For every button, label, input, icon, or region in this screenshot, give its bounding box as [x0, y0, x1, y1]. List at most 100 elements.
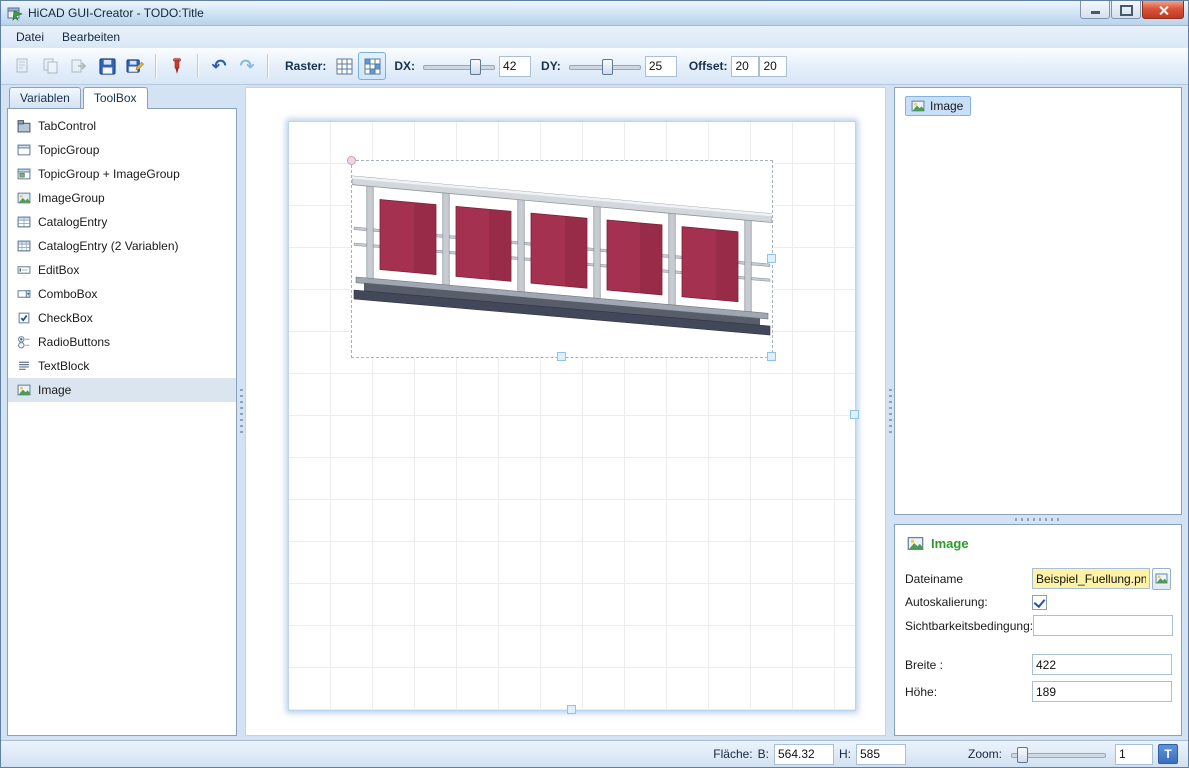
- selection-handle-bottom[interactable]: [557, 352, 566, 361]
- menu-bar: Datei Bearbeiten: [1, 26, 1188, 48]
- zoom-input[interactable]: [1115, 744, 1153, 765]
- sichtbarkeit-row: Sichtbarkeitsbedingung:: [905, 613, 1171, 638]
- close-button[interactable]: [1142, 1, 1184, 19]
- save-button[interactable]: [93, 52, 121, 80]
- toolbox-item-radiobuttons[interactable]: RadioButtons: [8, 330, 236, 354]
- undo-button[interactable]: ↶: [205, 52, 233, 80]
- toolbox-item-checkbox[interactable]: CheckBox: [8, 306, 236, 330]
- toolbox-item-label: ComboBox: [38, 287, 97, 301]
- dx-slider[interactable]: [423, 56, 495, 76]
- toolbox-item-label: Image: [38, 383, 71, 397]
- area-width-input[interactable]: [774, 744, 834, 765]
- dy-slider-thumb[interactable]: [602, 59, 613, 75]
- splitter-grip-icon: [240, 389, 243, 435]
- autoskalierung-checkbox[interactable]: [1032, 595, 1047, 610]
- sichtbarkeit-label: Sichtbarkeitsbedingung:: [905, 619, 1033, 633]
- maximize-button[interactable]: [1111, 1, 1141, 19]
- toolbox-item-label: TopicGroup: [38, 143, 99, 157]
- catalogentry-2-icon: [17, 239, 31, 253]
- selection-handle-topleft[interactable]: [347, 156, 356, 165]
- toolbox-item-catalogentry-2[interactable]: CatalogEntry (2 Variablen): [8, 234, 236, 258]
- artboard-handle-right[interactable]: [850, 410, 859, 419]
- toolbox-item-topicgroup-imagegroup[interactable]: TopicGroup + ImageGroup: [8, 162, 236, 186]
- dy-slider[interactable]: [569, 56, 641, 76]
- export-button[interactable]: [65, 52, 93, 80]
- toolbar-separator: [155, 54, 157, 78]
- tab-toolbox[interactable]: ToolBox: [83, 87, 148, 109]
- left-splitter[interactable]: [237, 87, 245, 736]
- minimize-button[interactable]: [1080, 1, 1110, 19]
- zoom-slider[interactable]: [1011, 744, 1106, 764]
- properties-panel: Image Dateiname Autoskalierung:: [894, 524, 1182, 736]
- dateiname-label: Dateiname: [905, 572, 1032, 586]
- right-splitter[interactable]: [886, 87, 894, 736]
- breite-label: Breite :: [905, 658, 1032, 672]
- copy-page-button[interactable]: [37, 52, 65, 80]
- selected-image-element[interactable]: [351, 160, 773, 358]
- toolbox-item-label: RadioButtons: [38, 335, 110, 349]
- toolbox-item-tabcontrol[interactable]: TabControl: [8, 114, 236, 138]
- toolbox-item-label: CatalogEntry (2 Variablen): [38, 239, 179, 253]
- railing-image: [352, 161, 772, 357]
- combobox-icon: [17, 287, 31, 301]
- text-mode-button[interactable]: T: [1158, 744, 1178, 764]
- menu-bearbeiten[interactable]: Bearbeiten: [53, 27, 129, 47]
- window-title: HiCAD GUI-Creator - TODO:Title: [28, 6, 1080, 20]
- toolbox-item-combobox[interactable]: ComboBox: [8, 282, 236, 306]
- dateiname-input[interactable]: [1032, 568, 1150, 589]
- right-panel-splitter[interactable]: [894, 515, 1182, 524]
- topicgroup-icon: [17, 143, 31, 157]
- tree-item-image[interactable]: Image: [905, 96, 971, 116]
- hoehe-input[interactable]: [1032, 681, 1172, 702]
- selection-handle-bottomright[interactable]: [767, 352, 776, 361]
- save-as-button[interactable]: [121, 52, 149, 80]
- dy-input[interactable]: [645, 56, 677, 77]
- splitter-grip-icon: [889, 389, 892, 435]
- offset-y-input[interactable]: [759, 56, 787, 77]
- grid-icon: [336, 58, 353, 75]
- selection-handle-right[interactable]: [767, 254, 776, 263]
- toolbox-item-label: CheckBox: [38, 311, 93, 325]
- toolbox-item-editbox[interactable]: EditBox: [8, 258, 236, 282]
- copy-page-icon: [42, 57, 60, 75]
- zoom-slider-thumb[interactable]: [1017, 747, 1028, 763]
- image-properties-icon: [907, 535, 924, 552]
- imagegroup-icon: [17, 191, 31, 205]
- textblock-icon: [17, 359, 31, 373]
- app-window: HiCAD GUI-Creator - TODO:Title Datei Bea…: [0, 0, 1189, 768]
- catalogentry-icon: [17, 215, 31, 229]
- dx-input[interactable]: [499, 56, 531, 77]
- toolbox-item-label: ImageGroup: [38, 191, 105, 205]
- toolbox-item-textblock[interactable]: TextBlock: [8, 354, 236, 378]
- dx-slider-thumb[interactable]: [470, 59, 481, 75]
- artboard-handle-bottom[interactable]: [567, 705, 576, 714]
- status-bar: Fläche: B: H: Zoom: T: [1, 740, 1188, 767]
- toolbox-item-catalogentry[interactable]: CatalogEntry: [8, 210, 236, 234]
- grid-snap-button[interactable]: [358, 52, 386, 80]
- offset-x-input[interactable]: [731, 56, 759, 77]
- toolbox-item-imagegroup[interactable]: ImageGroup: [8, 186, 236, 210]
- title-bar[interactable]: HiCAD GUI-Creator - TODO:Title: [1, 1, 1188, 26]
- tab-variablen[interactable]: Variablen: [9, 87, 81, 108]
- form-artboard[interactable]: [288, 121, 856, 711]
- design-canvas[interactable]: [245, 87, 886, 736]
- toolbar-separator: [267, 54, 269, 78]
- toolbox-item-image[interactable]: Image: [8, 378, 236, 402]
- image-icon: [1155, 572, 1168, 585]
- right-panel: Image Image Dateiname: [894, 87, 1182, 736]
- browse-image-button[interactable]: [1152, 568, 1171, 590]
- toolbox-item-topicgroup[interactable]: TopicGroup: [8, 138, 236, 162]
- menu-datei[interactable]: Datei: [7, 27, 53, 47]
- save-as-icon: [126, 57, 145, 76]
- breite-input[interactable]: [1032, 654, 1172, 675]
- grid-off-button[interactable]: [330, 52, 358, 80]
- splitter-grip-icon: [1015, 518, 1061, 521]
- toolbox-item-label: TabControl: [38, 119, 96, 133]
- new-page-button[interactable]: [9, 52, 37, 80]
- area-height-input[interactable]: [856, 744, 906, 765]
- tabcontrol-icon: [17, 119, 31, 133]
- redo-button[interactable]: ↷: [233, 52, 261, 80]
- pin-button[interactable]: [163, 52, 191, 80]
- sichtbarkeit-input[interactable]: [1033, 615, 1173, 636]
- breite-row: Breite :: [905, 651, 1171, 678]
